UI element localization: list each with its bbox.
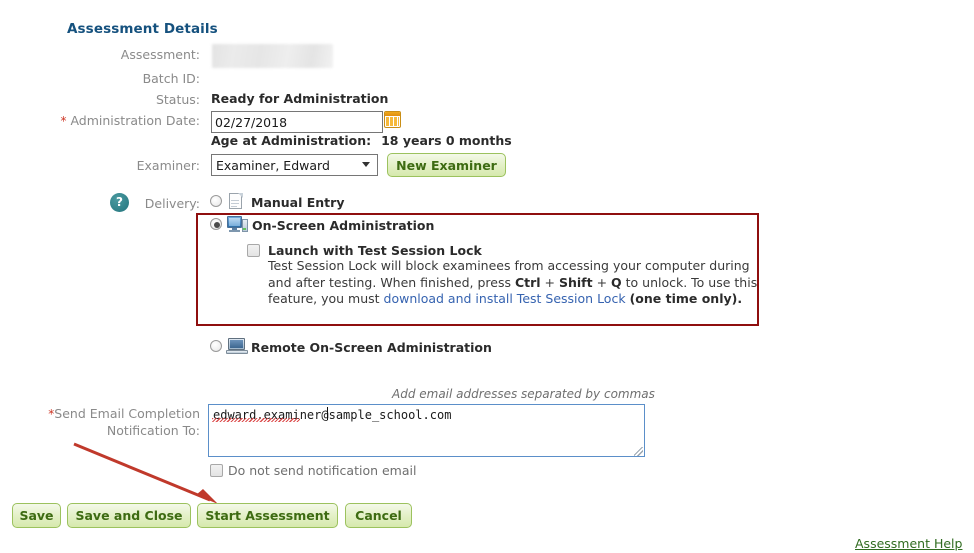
delivery-label: Delivery: (144, 196, 200, 211)
cancel-button[interactable]: Cancel (345, 503, 412, 528)
new-examiner-button[interactable]: New Examiner (387, 153, 506, 177)
download-install-test-session-lock-link[interactable]: download and install Test Session Lock (384, 291, 626, 306)
shortcut-key-shift: Shift (558, 274, 593, 290)
email-hint-text: Add email addresses separated by commas (392, 387, 655, 401)
one-time-only-note: (one time only). (629, 291, 743, 307)
test-session-lock-description: Test Session Lock will block examinees f… (268, 258, 758, 308)
save-and-close-button[interactable]: Save and Close (67, 503, 191, 528)
batch-id-label: Batch ID: (142, 71, 200, 86)
calendar-icon[interactable] (384, 111, 401, 128)
start-assessment-button[interactable]: Start Assessment (197, 503, 338, 528)
age-at-administration-row: Age at Administration: 18 years 0 months (211, 133, 512, 148)
delivery-option-remote-label[interactable]: Remote On-Screen Administration (251, 340, 492, 355)
age-at-administration-value: 18 years 0 months (381, 133, 512, 148)
do-not-send-notification-label[interactable]: Do not send notification email (228, 463, 416, 478)
desktop-computer-icon (227, 216, 248, 233)
key-separator-1: + (540, 274, 559, 290)
delivery-option-manual-entry-label[interactable]: Manual Entry (251, 195, 344, 210)
required-marker: * (60, 114, 67, 128)
administration-date-label: Administration Date: (70, 113, 200, 128)
email-notification-label-line1: Send Email Completion (54, 406, 200, 421)
examiner-label: Examiner: (136, 158, 200, 173)
key-separator-2: + (592, 274, 612, 290)
delivery-radio-remote-on-screen[interactable] (210, 340, 222, 352)
email-notification-label-line2: Notification To: (106, 423, 200, 438)
age-at-administration-label: Age at Administration: (211, 133, 372, 148)
delivery-option-on-screen-label[interactable]: On-Screen Administration (252, 218, 434, 233)
email-notification-label-wrap: *Send Email Completion Notification To: (0, 405, 200, 439)
laptop-icon (226, 338, 248, 354)
document-icon (229, 193, 243, 209)
administration-date-input[interactable] (211, 111, 383, 133)
assessment-help-link[interactable]: Assessment Help (855, 536, 962, 551)
shortcut-key-ctrl: Ctrl (514, 274, 541, 290)
administration-date-label-wrap: * Administration Date: (0, 113, 200, 128)
page-title: Assessment Details (67, 21, 218, 37)
launch-test-session-lock-checkbox[interactable] (247, 244, 260, 257)
status-value: Ready for Administration (211, 91, 389, 106)
email-notification-textarea[interactable] (208, 404, 645, 457)
text-cursor (327, 407, 328, 420)
annotation-arrow (73, 442, 218, 504)
launch-test-session-lock-label[interactable]: Launch with Test Session Lock (268, 243, 482, 258)
examiner-select[interactable]: Examiner, Edward (211, 154, 378, 176)
delivery-radio-on-screen[interactable] (210, 218, 222, 230)
delivery-radio-manual-entry[interactable] (210, 195, 222, 207)
status-label: Status: (155, 92, 200, 107)
shortcut-key-q: Q (611, 274, 622, 290)
assessment-value-redacted (212, 44, 333, 68)
assessment-label: Assessment: (120, 47, 200, 62)
save-button[interactable]: Save (12, 503, 61, 528)
